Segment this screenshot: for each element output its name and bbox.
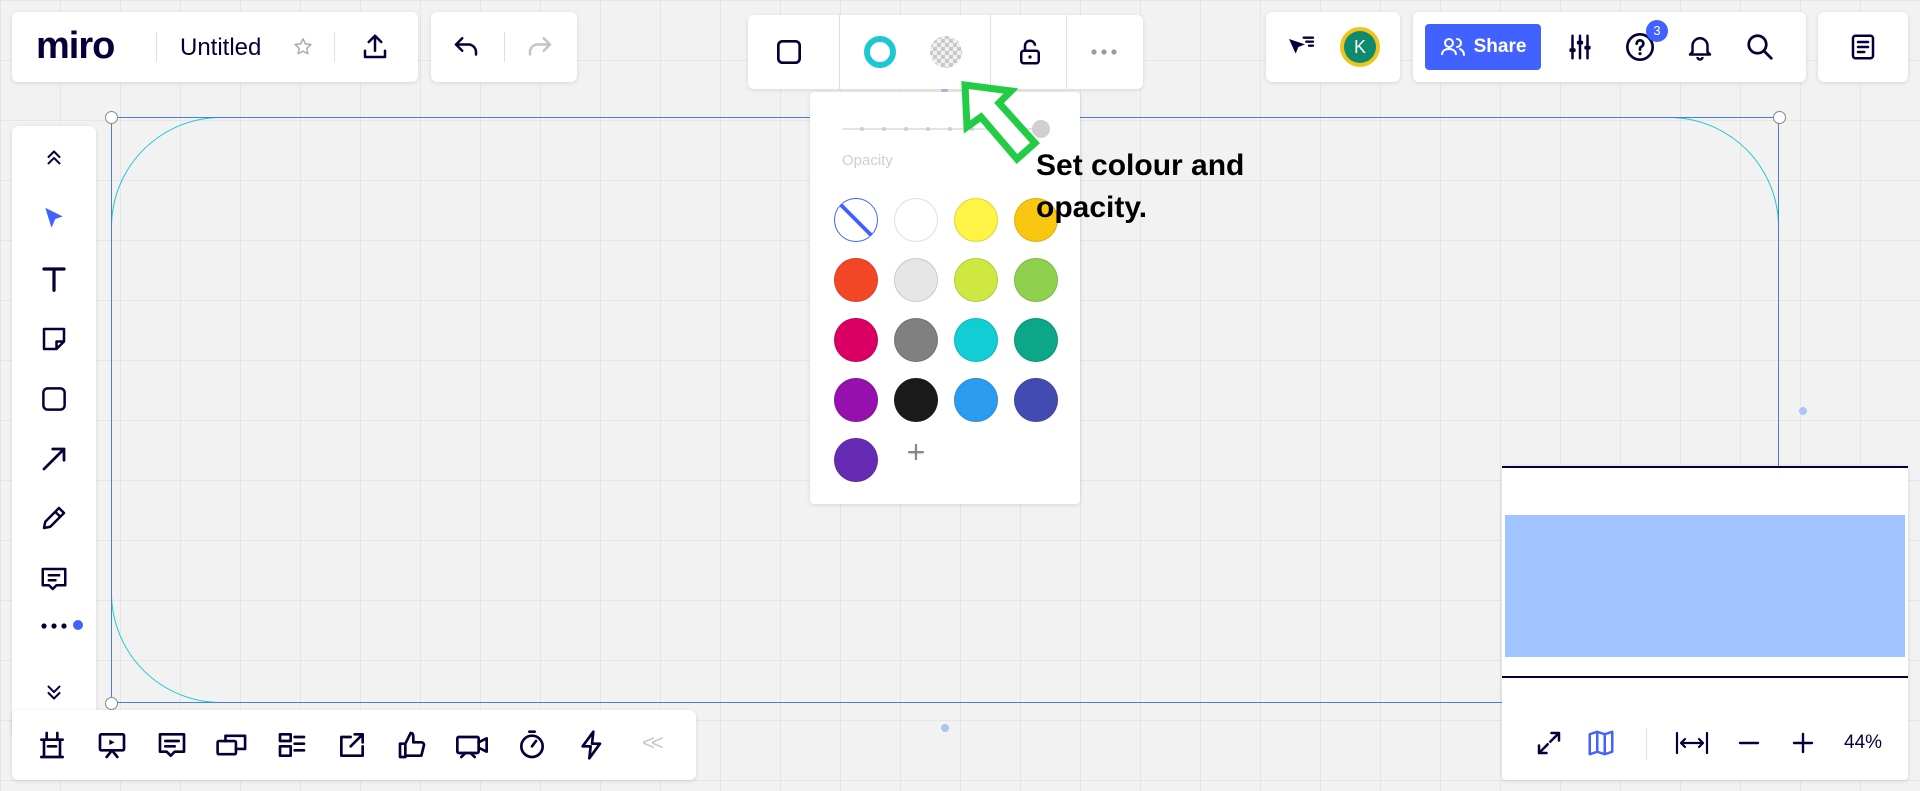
minimap-panel: 44% [1502,466,1908,780]
toolbar-right: Share 3 [1413,12,1806,82]
swatch-purple[interactable] [834,378,878,422]
notes-panel [1818,12,1908,82]
opacity-tick [926,127,930,131]
swatch-violet[interactable] [834,438,878,482]
swatch-white[interactable] [894,198,938,242]
collapse-down-icon[interactable] [6,682,102,704]
divider [1646,728,1647,760]
swatch-black[interactable] [894,378,938,422]
fullscreen-icon[interactable] [1532,726,1566,760]
text-icon[interactable] [6,264,102,294]
connection-point-right[interactable] [1799,407,1807,415]
swatch-yellow[interactable] [954,198,998,242]
apps-icon[interactable] [574,727,610,763]
opacity-tick [904,127,908,131]
redo-icon[interactable] [523,30,557,64]
more-icon[interactable] [1086,34,1122,70]
divider [504,32,505,62]
minimap[interactable] [1502,466,1908,692]
collaborators-panel: K [1266,12,1400,82]
undo-icon[interactable] [449,30,483,64]
divider [334,32,335,62]
sticky-note-icon[interactable] [6,324,102,354]
swatch-lime[interactable] [954,258,998,302]
settings-sliders-icon[interactable] [1563,30,1597,64]
arrow-icon[interactable] [6,444,102,474]
connection-point-bottom[interactable] [941,724,949,732]
star-icon[interactable] [290,34,316,60]
comments-icon[interactable] [154,727,190,763]
swatch-magenta[interactable] [834,318,878,362]
board-title[interactable]: Untitled [180,34,261,62]
comment-icon[interactable] [6,564,102,594]
share-screen-icon[interactable] [334,727,370,763]
export-icon[interactable] [358,30,392,64]
miro-logo[interactable]: miro [36,24,115,68]
zoom-level[interactable]: 44% [1844,732,1882,754]
notes-icon[interactable] [1846,30,1880,64]
minimap-viewport[interactable] [1505,515,1905,657]
swatch-teal[interactable] [1014,318,1058,362]
zoom-in-icon[interactable] [1786,726,1820,760]
opacity-tick [948,127,952,131]
frames-icon[interactable] [34,727,70,763]
avatar-initial: K [1344,31,1376,63]
share-button[interactable]: Share [1425,24,1541,70]
avatar[interactable]: K [1340,27,1380,67]
swatch-gray[interactable] [894,318,938,362]
kanban-icon[interactable] [274,727,310,763]
swatch-light-gray[interactable] [894,258,938,302]
callout-line-2: opacity. [1036,191,1148,224]
shape-icon[interactable] [771,34,807,70]
timer-icon[interactable] [514,727,550,763]
swatch-red-orange[interactable] [834,258,878,302]
divider [156,32,157,62]
stroke-color-icon[interactable] [862,34,898,70]
lock-icon[interactable] [1012,34,1048,70]
divider [1066,15,1067,89]
voting-icon[interactable] [394,727,430,763]
opacity-tick [882,127,886,131]
resize-handle-top-left[interactable] [105,111,118,124]
left-toolbar [12,126,96,738]
swatch-indigo[interactable] [1014,378,1058,422]
callout-text: Set colour and opacity. [1036,145,1244,229]
board-header: miro Untitled [12,12,418,82]
opacity-tick [860,127,864,131]
users-icon [1440,38,1465,56]
add-color-button[interactable]: + [894,430,938,474]
cursor-filter-icon[interactable] [1284,30,1318,64]
more-tools-icon[interactable] [6,622,102,630]
presentation-icon[interactable] [94,727,130,763]
resize-handle-bottom-left[interactable] [105,697,118,710]
search-icon[interactable] [1743,30,1777,64]
bell-icon[interactable] [1683,30,1717,64]
fit-to-screen-icon[interactable] [1672,726,1712,760]
collapse-up-icon[interactable] [6,146,102,168]
collapse-bottom-toolbar-button[interactable]: << [642,730,664,756]
swatch-cyan[interactable] [954,318,998,362]
callout-line-1: Set colour and [1036,149,1245,182]
swatch-green[interactable] [1014,258,1058,302]
select-icon[interactable] [6,204,102,234]
map-icon[interactable] [1584,726,1618,760]
video-chat-icon[interactable] [454,727,490,763]
zoom-out-icon[interactable] [1732,726,1766,760]
divider [839,15,840,89]
help-badge: 3 [1646,20,1668,42]
opacity-label: Opacity [842,152,893,169]
shape-icon[interactable] [6,384,102,414]
context-toolbar [748,15,1143,89]
new-tool-indicator-dot [73,620,83,630]
cards-icon[interactable] [214,727,250,763]
resize-handle-top-right[interactable] [1773,111,1786,124]
swatch-transparent[interactable] [834,198,878,242]
swatch-sky-blue[interactable] [954,378,998,422]
share-label: Share [1473,36,1527,57]
pen-icon[interactable] [6,503,102,533]
bottom-toolbar: << [12,710,696,780]
fill-color-icon[interactable] [928,34,964,70]
history-controls [431,12,577,82]
